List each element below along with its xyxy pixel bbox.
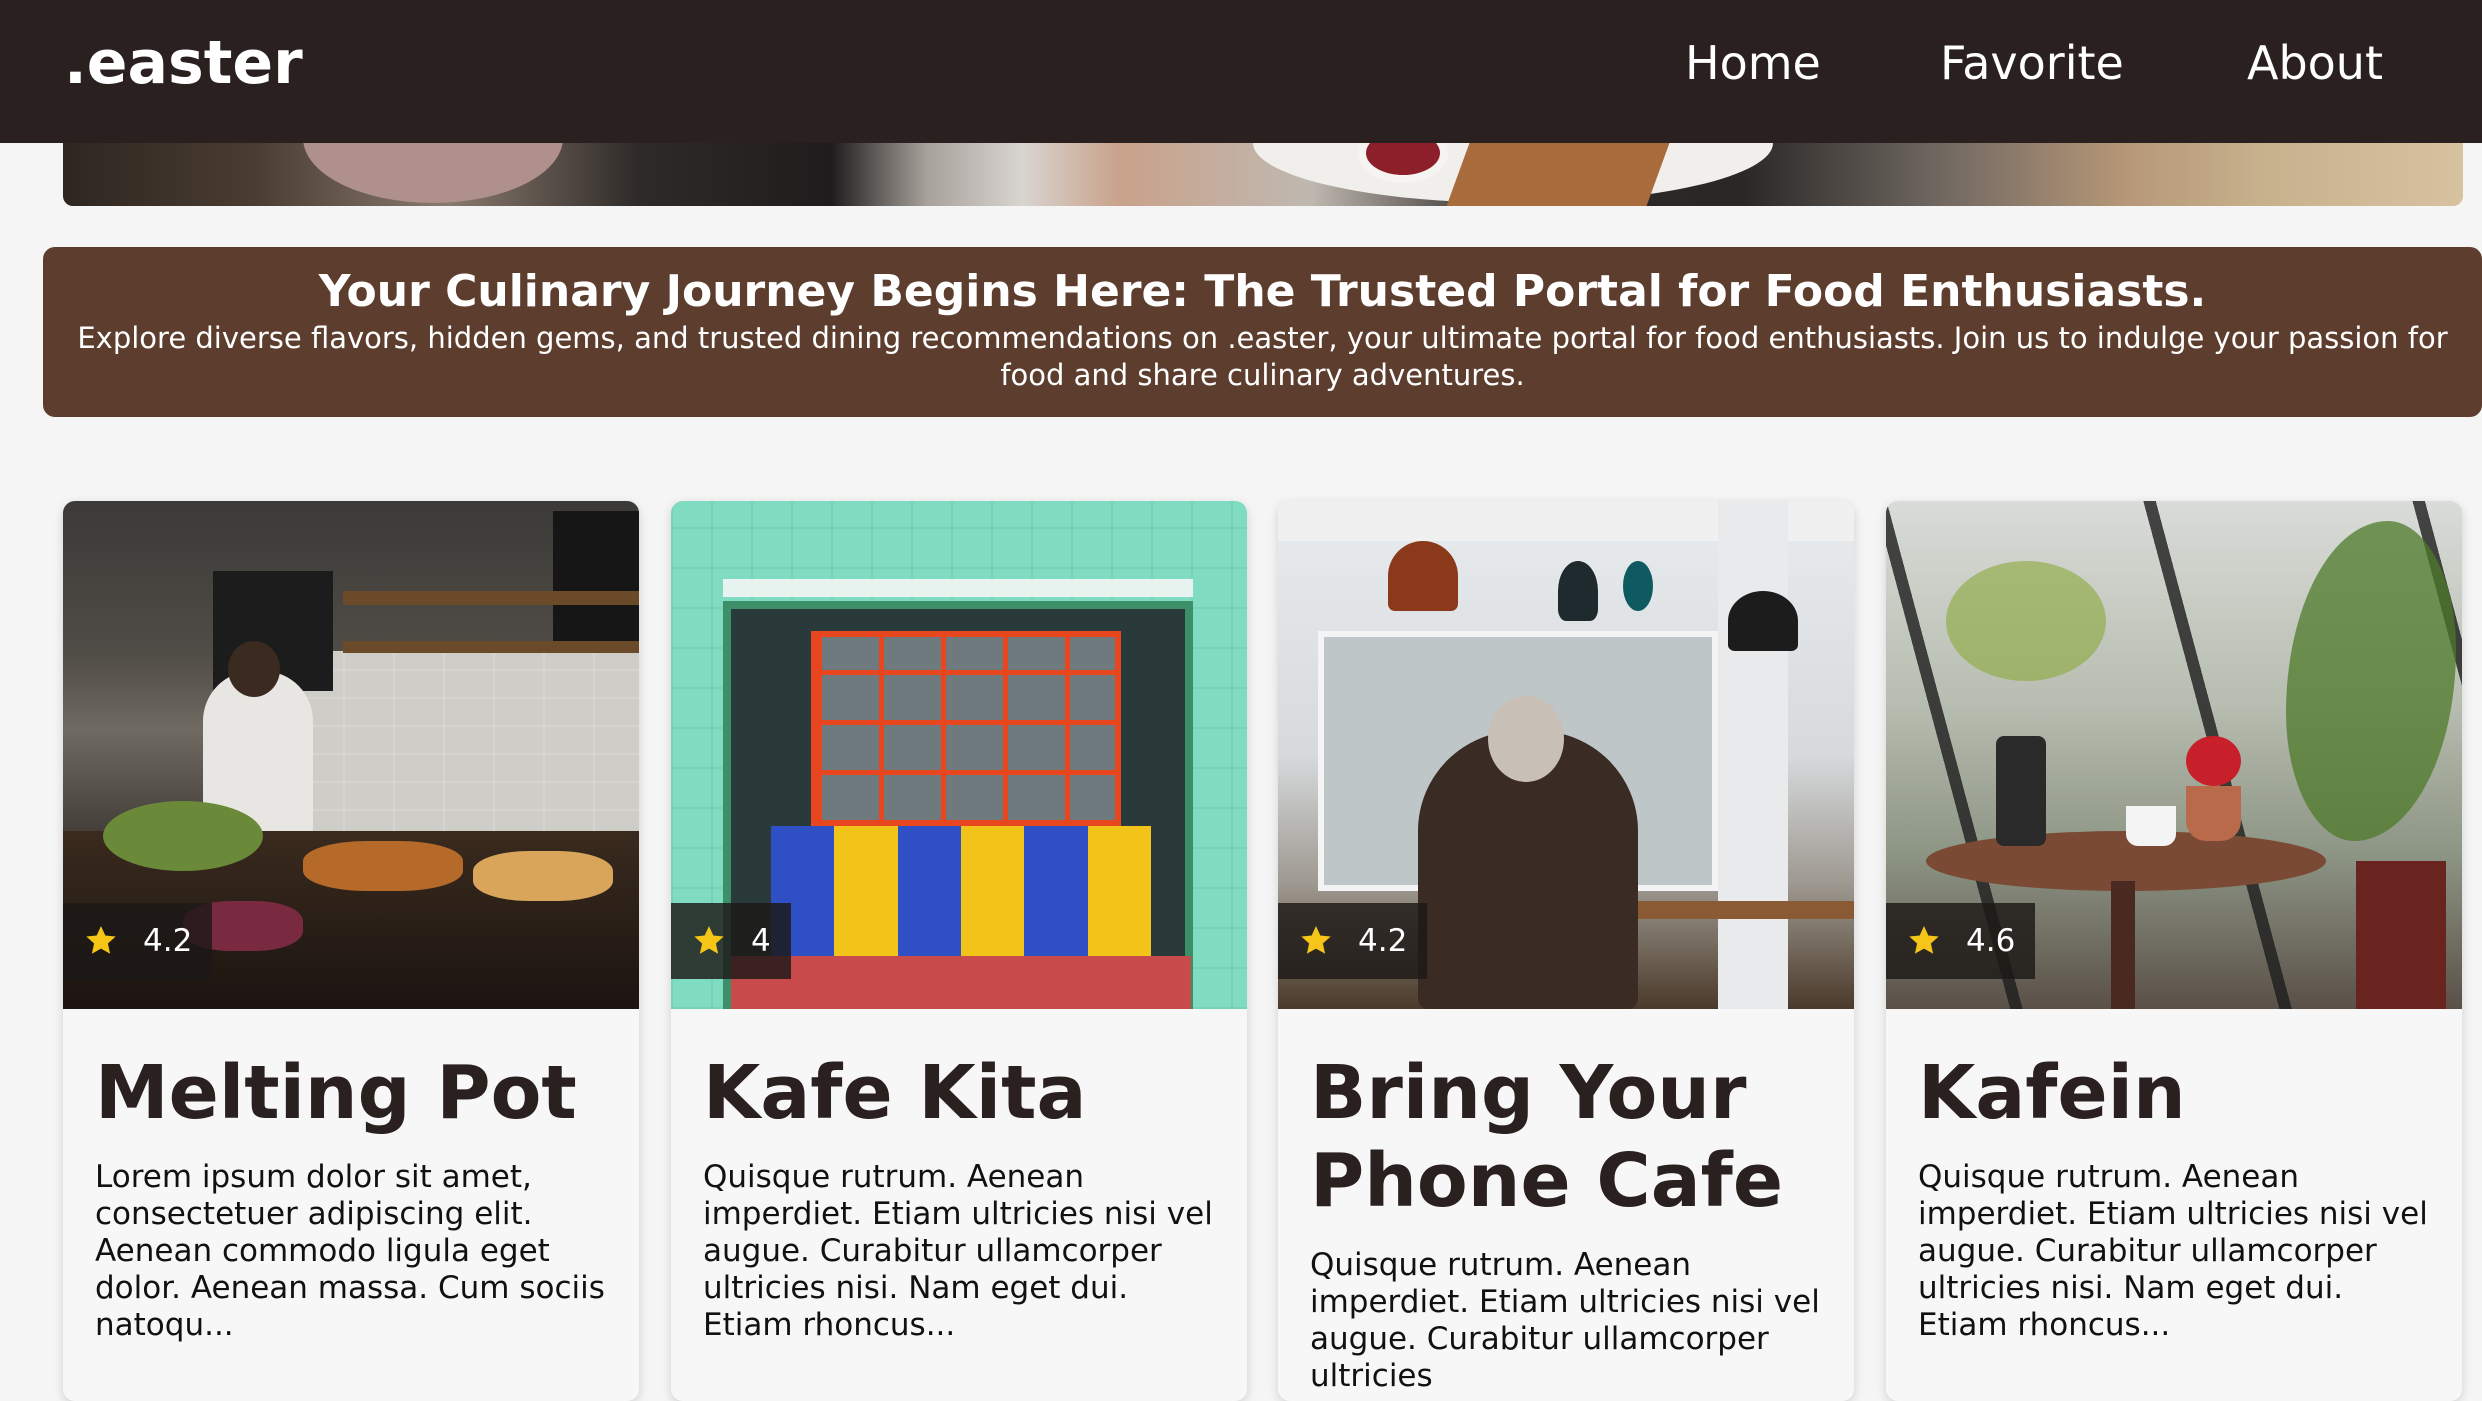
restaurant-card[interactable]: 4.6 Kafein Quisque rutrum. Aenean imperd… xyxy=(1886,501,2462,1401)
rating-badge: 4.2 xyxy=(1278,903,1428,979)
hero-banner: Your Culinary Journey Begins Here: The T… xyxy=(43,247,2482,417)
card-title[interactable]: Bring Your Phone Cafe xyxy=(1310,1049,1822,1225)
card-title[interactable]: Melting Pot xyxy=(95,1049,607,1137)
hero-toast-shape xyxy=(1446,143,1670,206)
restaurant-card[interactable]: 4 Kafe Kita Quisque rutrum. Aenean imper… xyxy=(671,501,1247,1401)
card-description: Quisque rutrum. Aenean imperdiet. Etiam … xyxy=(1310,1247,1820,1394)
nav-link-home[interactable]: Home xyxy=(1685,36,1821,90)
rating-value: 4.2 xyxy=(143,923,193,959)
banner-text: Explore diverse flavors, hidden gems, an… xyxy=(77,320,2448,392)
hero-image xyxy=(63,143,2463,206)
banner-title: Your Culinary Journey Begins Here: The T… xyxy=(318,266,2207,317)
rating-badge: 4.2 xyxy=(63,903,213,979)
star-icon xyxy=(1301,926,1331,954)
card-description: Quisque rutrum. Aenean imperdiet. Etiam … xyxy=(1918,1159,2428,1343)
restaurant-card[interactable]: 4.2 Melting Pot Lorem ipsum dolor sit am… xyxy=(63,501,639,1401)
card-image: 4.6 xyxy=(1886,501,2462,1009)
card-title[interactable]: Kafe Kita xyxy=(703,1049,1215,1137)
star-icon xyxy=(1909,926,1939,954)
rating-value: 4 xyxy=(751,923,771,959)
rating-badge: 4.6 xyxy=(1886,903,2036,979)
hero-hand-shape xyxy=(303,143,563,203)
card-image: 4.2 xyxy=(1278,501,1854,1009)
card-description: Lorem ipsum dolor sit amet, consectetuer… xyxy=(95,1159,605,1343)
star-icon xyxy=(86,926,116,954)
navbar: .easter Home Favorite About xyxy=(0,0,2482,143)
star-icon xyxy=(694,926,724,954)
brand-logo[interactable]: .easter xyxy=(64,28,303,98)
restaurant-card[interactable]: 4.2 Bring Your Phone Cafe Quisque rutrum… xyxy=(1278,501,1854,1401)
rating-badge: 4 xyxy=(671,903,791,979)
card-description: Quisque rutrum. Aenean imperdiet. Etiam … xyxy=(703,1159,1213,1343)
card-image: 4 xyxy=(671,501,1247,1009)
rating-value: 4.6 xyxy=(1966,923,2016,959)
card-title[interactable]: Kafein xyxy=(1918,1049,2430,1137)
nav-link-about[interactable]: About xyxy=(2247,36,2383,90)
card-image: 4.2 xyxy=(63,501,639,1009)
nav-link-favorite[interactable]: Favorite xyxy=(1940,36,2124,90)
rating-value: 4.2 xyxy=(1358,923,1408,959)
